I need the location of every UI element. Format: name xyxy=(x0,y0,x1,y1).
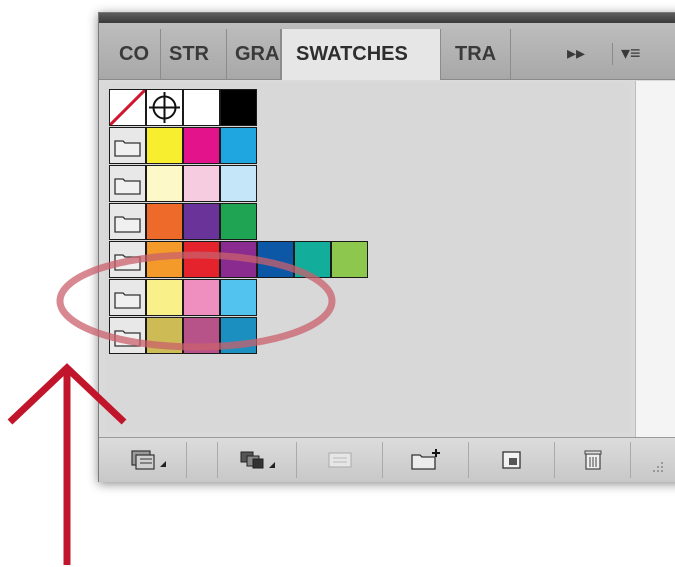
color-group-folder-icon[interactable] xyxy=(109,317,146,354)
new-swatch-button[interactable] xyxy=(469,442,555,478)
panel-menu-icon[interactable]: ▾≡ xyxy=(621,43,641,64)
color-swatch[interactable] xyxy=(220,317,257,354)
color-swatch[interactable] xyxy=(146,203,183,240)
registration-swatch[interactable] xyxy=(146,89,183,126)
show-kinds-icon xyxy=(240,451,275,469)
color-swatch[interactable] xyxy=(220,89,257,126)
color-swatch[interactable] xyxy=(183,203,220,240)
color-group-folder-icon[interactable] xyxy=(109,203,146,240)
color-group-row xyxy=(109,203,368,240)
expand-tabs-icon[interactable]: ▸▸ xyxy=(567,43,585,64)
color-group-row xyxy=(109,241,368,278)
color-group-folder-icon[interactable] xyxy=(109,241,146,278)
color-group-folder-icon[interactable] xyxy=(109,279,146,316)
color-swatch[interactable] xyxy=(183,165,220,202)
color-swatch[interactable] xyxy=(220,279,257,316)
tab-divider xyxy=(612,43,613,65)
color-swatch[interactable] xyxy=(331,241,368,278)
panel-title-bar[interactable] xyxy=(99,13,675,23)
swatch-grid xyxy=(109,89,368,355)
color-swatch[interactable] xyxy=(220,241,257,278)
color-swatch[interactable] xyxy=(146,279,183,316)
swatches-panel: CO STR GRA SWATCHES TRA ▸▸ ▾≡ xyxy=(98,12,675,482)
tab-color[interactable]: CO xyxy=(111,29,161,79)
swatch-options-icon xyxy=(328,452,351,468)
color-group-folder-icon[interactable] xyxy=(109,165,146,202)
color-group-folder-icon[interactable] xyxy=(109,127,146,164)
tab-gradient[interactable]: GRA xyxy=(227,29,281,79)
color-swatch[interactable] xyxy=(146,127,183,164)
color-group-row xyxy=(109,127,368,164)
vertical-scrollbar[interactable] xyxy=(635,81,675,437)
color-swatch[interactable] xyxy=(183,127,220,164)
swatch-libraries-icon xyxy=(130,450,166,470)
color-swatch[interactable] xyxy=(183,317,220,354)
color-group-row xyxy=(109,165,368,202)
color-swatch[interactable] xyxy=(220,165,257,202)
tab-transparency[interactable]: TRA xyxy=(441,29,511,79)
color-swatch[interactable] xyxy=(183,241,220,278)
color-swatch[interactable] xyxy=(146,317,183,354)
swatch-libraries-menu-button[interactable] xyxy=(111,442,187,478)
tab-stroke[interactable]: STR xyxy=(161,29,227,79)
panel-tab-strip: CO STR GRA SWATCHES TRA ▸▸ ▾≡ xyxy=(99,23,675,80)
new-color-group-button[interactable] xyxy=(383,442,469,478)
panel-bottom-toolbar xyxy=(99,437,675,482)
color-swatch[interactable] xyxy=(294,241,331,278)
none-swatch[interactable] xyxy=(109,89,146,126)
color-swatch[interactable] xyxy=(146,241,183,278)
color-swatch[interactable] xyxy=(146,165,183,202)
show-swatch-kinds-button[interactable] xyxy=(217,442,297,478)
color-swatch[interactable] xyxy=(257,241,294,278)
trash-icon xyxy=(584,450,601,470)
color-swatch[interactable] xyxy=(220,127,257,164)
color-swatch[interactable] xyxy=(220,203,257,240)
color-group-row xyxy=(109,279,368,316)
delete-swatch-button[interactable] xyxy=(555,442,631,478)
color-group-row xyxy=(109,317,368,354)
new-swatch-icon xyxy=(501,451,521,469)
swatch-options-button[interactable] xyxy=(297,442,383,478)
color-swatch[interactable] xyxy=(183,279,220,316)
tab-swatches[interactable]: SWATCHES xyxy=(281,29,441,80)
default-swatch-row xyxy=(109,89,368,126)
color-swatch[interactable] xyxy=(183,89,220,126)
new-folder-icon xyxy=(410,449,440,470)
resize-grip-icon[interactable] xyxy=(647,456,665,479)
